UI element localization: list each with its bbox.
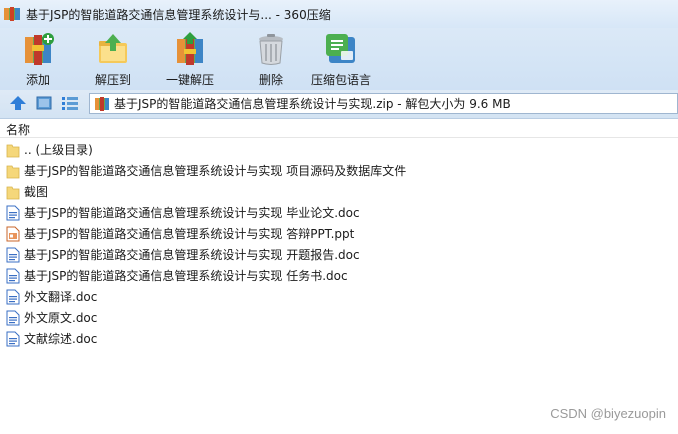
word-doc-icon — [6, 310, 20, 325]
list-item-label: 外文翻译.doc — [24, 290, 98, 304]
word-doc-icon — [6, 331, 20, 346]
view-list-icon[interactable] — [61, 95, 79, 111]
extract-to-label: 解压到 — [95, 73, 132, 87]
path-text: 基于JSP的智能道路交通信息管理系统设计与实现.zip - 解包大小为 9.6 … — [114, 97, 511, 111]
one-click-extract-label: 一键解压 — [166, 73, 215, 87]
archive-language-icon — [326, 34, 355, 63]
word-doc-icon — [6, 268, 20, 283]
add-label: 添加 — [25, 73, 50, 87]
trash-icon — [259, 34, 283, 65]
toolbar: 添加 解压到 一键解压 删除 压缩包语言 — [0, 28, 678, 90]
column-header: 名称 — [0, 119, 678, 138]
list-item[interactable]: 基于JSP的智能道路交通信息管理系统设计与实现 任务书.doc — [0, 265, 678, 286]
list-item-label: 文献综述.doc — [24, 332, 98, 346]
extract-to-icon — [99, 34, 127, 63]
list-item[interactable]: 基于JSP的智能道路交通信息管理系统设计与实现 开题报告.doc — [0, 244, 678, 265]
list-item[interactable]: 基于JSP的智能道路交通信息管理系统设计与实现 项目源码及数据库文件 — [0, 160, 678, 181]
archive-language-label: 压缩包语言 — [311, 73, 372, 87]
file-list: .. (上级目录) 基于JSP的智能道路交通信息管理系统设计与实现 项目源码及数… — [0, 139, 678, 349]
word-doc-icon — [6, 205, 20, 220]
word-doc-icon — [6, 247, 20, 262]
delete-label: 删除 — [258, 73, 283, 87]
list-item[interactable]: 基于JSP的智能道路交通信息管理系统设计与实现 毕业论文.doc — [0, 202, 678, 223]
list-item-label: 基于JSP的智能道路交通信息管理系统设计与实现 项目源码及数据库文件 — [24, 164, 407, 178]
add-button[interactable]: 添加 — [20, 28, 56, 90]
word-doc-icon — [6, 289, 20, 304]
view-thumbnail-icon[interactable] — [35, 95, 53, 111]
one-click-extract-icon — [177, 32, 203, 65]
folder-icon — [6, 144, 20, 157]
list-item-label: 基于JSP的智能道路交通信息管理系统设计与实现 开题报告.doc — [24, 248, 360, 262]
list-item[interactable]: 文献综述.doc — [0, 328, 678, 349]
navigation-bar: 基于JSP的智能道路交通信息管理系统设计与实现.zip - 解包大小为 9.6 … — [0, 90, 678, 119]
list-item[interactable]: 外文原文.doc — [0, 307, 678, 328]
list-item[interactable]: 基于JSP的智能道路交通信息管理系统设计与实现 答辩PPT.ppt — [0, 223, 678, 244]
list-item-label: 基于JSP的智能道路交通信息管理系统设计与实现 毕业论文.doc — [24, 206, 360, 220]
window-title: 基于JSP的智能道路交通信息管理系统设计与... - 360压缩 — [26, 7, 331, 22]
folder-icon — [6, 165, 20, 178]
add-archive-icon — [25, 33, 54, 65]
list-item[interactable]: 外文翻译.doc — [0, 286, 678, 307]
path-bar[interactable]: 基于JSP的智能道路交通信息管理系统设计与实现.zip - 解包大小为 9.6 … — [89, 93, 678, 114]
folder-icon — [6, 186, 20, 199]
list-item-label: 基于JSP的智能道路交通信息管理系统设计与实现 任务书.doc — [24, 269, 348, 283]
list-item-label: 基于JSP的智能道路交通信息管理系统设计与实现 答辩PPT.ppt — [24, 227, 355, 241]
powerpoint-icon — [6, 226, 20, 241]
list-item-label: 截图 — [24, 185, 49, 199]
archive-language-button[interactable]: 压缩包语言 — [311, 28, 371, 90]
up-arrow-icon[interactable] — [9, 95, 27, 111]
title-bar: 基于JSP的智能道路交通信息管理系统设计与... - 360压缩 — [0, 0, 678, 28]
delete-button[interactable]: 删除 — [253, 28, 289, 90]
zip-archive-icon — [95, 97, 109, 111]
list-item-label: 外文原文.doc — [24, 311, 98, 325]
list-item-label: .. (上级目录) — [24, 143, 93, 157]
list-item[interactable]: .. (上级目录) — [0, 139, 678, 160]
extract-to-button[interactable]: 解压到 — [95, 28, 131, 90]
column-name-header[interactable]: 名称 — [6, 121, 30, 138]
watermark: CSDN @biyezuopin — [550, 406, 666, 421]
app-logo-icon — [4, 7, 20, 21]
list-item[interactable]: 截图 — [0, 181, 678, 202]
one-click-extract-button[interactable]: 一键解压 — [166, 28, 214, 90]
